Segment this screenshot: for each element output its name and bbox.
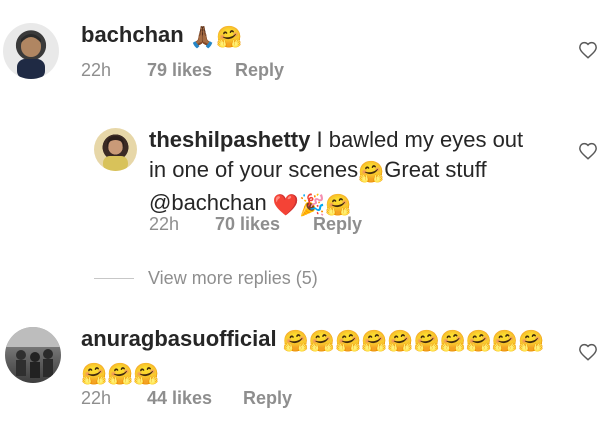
- comment-emojis-line1: 🤗🤗🤗🤗🤗🤗🤗🤗🤗🤗: [282, 330, 545, 353]
- comment-meta: 22h 44 likes Reply: [81, 388, 292, 409]
- divider-line: [94, 278, 134, 279]
- mention-link[interactable]: @bachchan: [149, 190, 267, 215]
- comment-time: 22h: [81, 388, 112, 408]
- heart-outline-icon[interactable]: [578, 41, 598, 59]
- comment-meta: 22h 70 likes Reply: [149, 214, 362, 235]
- avatar-theshilpashetty[interactable]: [94, 128, 137, 171]
- comment-username[interactable]: theshilpashetty: [149, 127, 310, 152]
- comment-text-line1: I bawled my eyes out: [310, 127, 524, 152]
- comment-text-line2a: in one of your scenes: [149, 157, 359, 182]
- comment-username[interactable]: bachchan: [81, 22, 184, 47]
- reply-button[interactable]: Reply: [313, 214, 362, 235]
- comment-time: 22h: [81, 60, 112, 80]
- heart-outline-icon[interactable]: [578, 343, 598, 361]
- reply-button[interactable]: Reply: [243, 388, 292, 409]
- comment-meta: 22h 79 likes Reply: [81, 60, 284, 81]
- view-more-replies-button[interactable]: View more replies (5): [94, 268, 318, 289]
- avatar-anuragbasuofficial[interactable]: [5, 327, 61, 383]
- comment-time: 22h: [149, 214, 180, 234]
- reply-button[interactable]: Reply: [235, 60, 284, 81]
- comment-likes[interactable]: 44 likes: [147, 388, 243, 409]
- comment-likes[interactable]: 70 likes: [215, 214, 313, 235]
- avatar-bachchan[interactable]: [3, 23, 59, 79]
- comment-emojis: 🙏🏾🤗: [189, 26, 243, 49]
- heart-outline-icon[interactable]: [578, 142, 598, 160]
- comment-text-line2b: Great stuff: [384, 157, 487, 182]
- view-more-label: View more replies (5): [148, 268, 318, 288]
- comment-likes[interactable]: 79 likes: [147, 60, 235, 81]
- comment-emojis-line2: 🤗🤗🤗: [81, 363, 160, 386]
- comment-username[interactable]: anuragbasuofficial: [81, 326, 277, 351]
- hug-emoji: 🤗: [358, 161, 385, 184]
